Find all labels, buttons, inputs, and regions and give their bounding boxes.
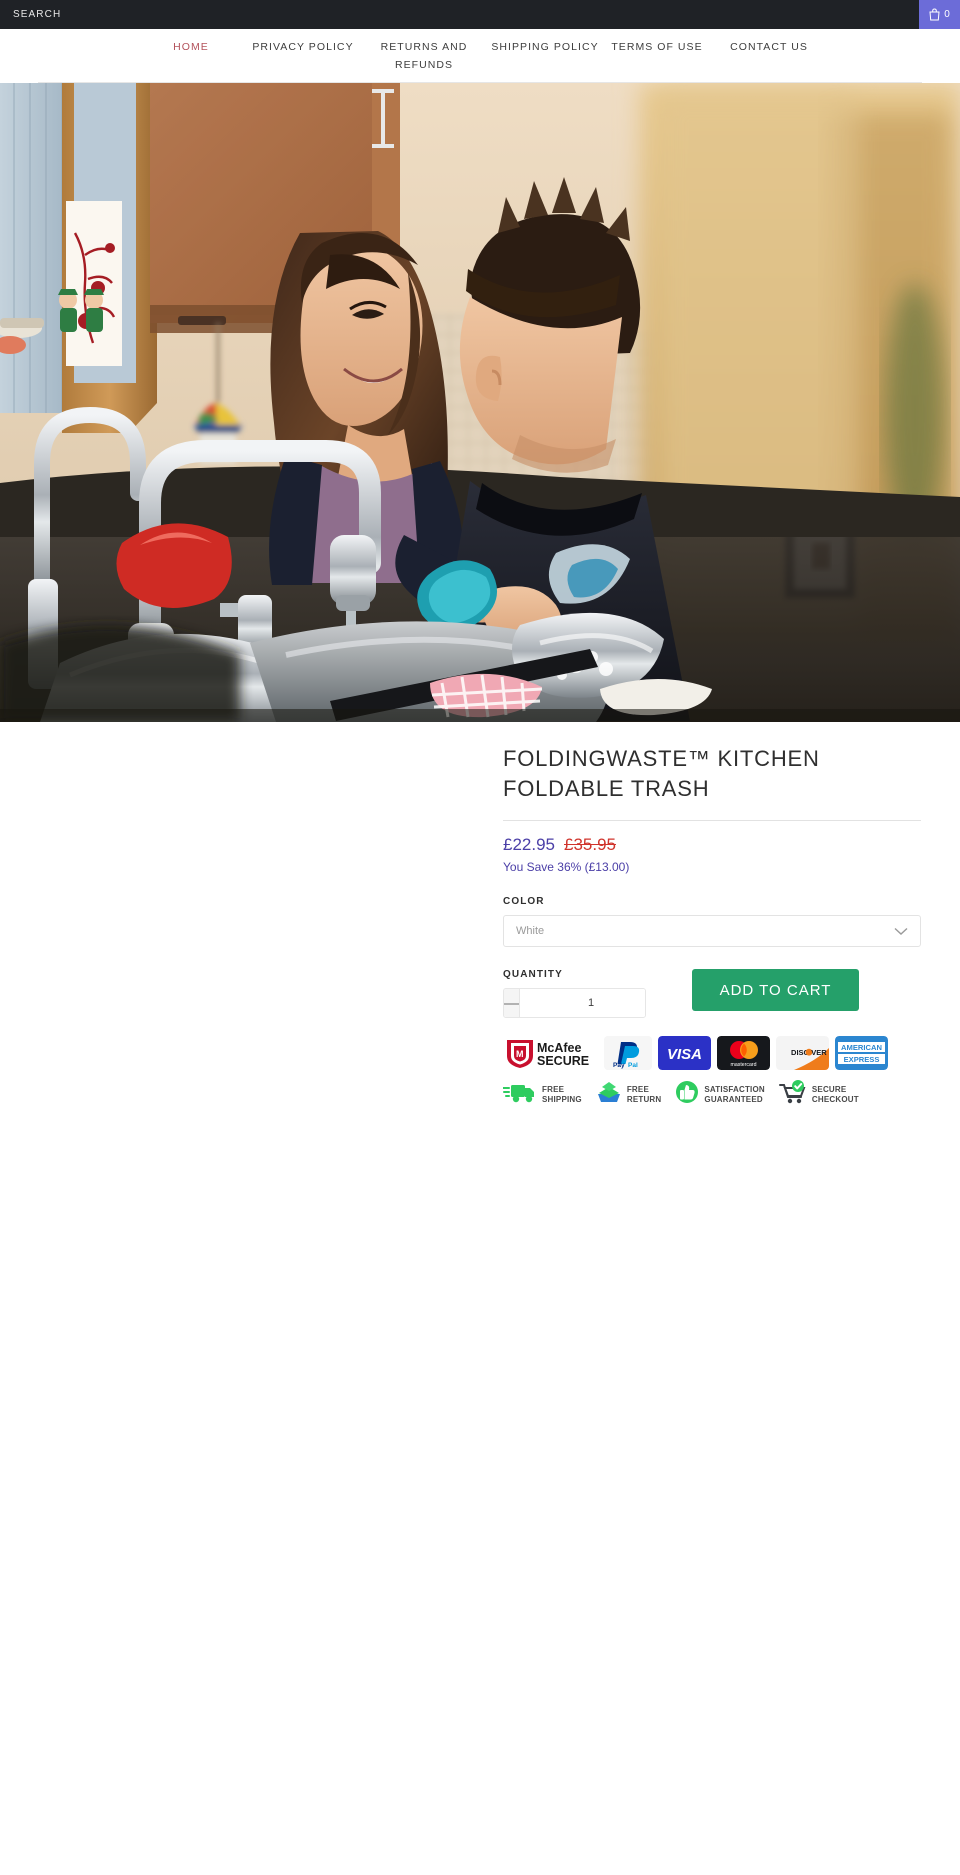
quantity-block: QUANTITY — + xyxy=(503,947,670,1018)
svg-text:M: M xyxy=(516,1049,524,1059)
compare-at-price: £35.95 xyxy=(564,835,616,854)
svg-text:mastercard: mastercard xyxy=(731,1062,757,1068)
svg-text:AMERICAN: AMERICAN xyxy=(841,1043,882,1052)
svg-text:Pal: Pal xyxy=(628,1062,638,1069)
return-box-icon xyxy=(596,1080,622,1109)
svg-text:McAfee: McAfee xyxy=(537,1041,582,1055)
svg-text:VISA: VISA xyxy=(667,1046,702,1063)
svg-text:VER: VER xyxy=(811,1048,827,1057)
delivery-truck-icon xyxy=(502,1080,537,1109)
shopping-bag-icon xyxy=(929,8,940,21)
discover-badge: DISC VER xyxy=(776,1036,829,1070)
chevron-down-icon xyxy=(894,927,908,936)
nav-item-privacy-policy[interactable]: PRIVACY POLICY xyxy=(247,38,359,56)
trust-badge-secure-checkout: SECURE CHECKOUT xyxy=(778,1080,859,1109)
nav-item-contact-us[interactable]: CONTACT US xyxy=(713,38,825,56)
trust-badge-free-shipping: FREE SHIPPING xyxy=(502,1080,582,1109)
page-title: FOLDINGWASTE™ KITCHEN FOLDABLE TRASH xyxy=(503,746,820,801)
payment-badges-row: M McAfee SECURE Pay Pal VISA mastercard … xyxy=(503,1036,921,1070)
color-label: COLOR xyxy=(503,896,545,907)
thumbs-up-icon xyxy=(675,1080,699,1109)
trust-badge-label: SECURE CHECKOUT xyxy=(811,1084,859,1104)
trust-badge-label: SATISFACTION GUARANTEED xyxy=(704,1084,765,1104)
svg-text:SECURE: SECURE xyxy=(537,1054,589,1068)
svg-text:Pay: Pay xyxy=(613,1062,625,1069)
product-details-section: FOLDINGWASTE™ KITCHEN FOLDABLE TRASH £22… xyxy=(0,722,960,1104)
product-info-column: FOLDINGWASTE™ KITCHEN FOLDABLE TRASH £22… xyxy=(502,744,921,1109)
color-select[interactable]: White xyxy=(503,915,921,947)
current-price: £22.95 xyxy=(503,835,555,854)
cart-count: 0 xyxy=(944,9,950,20)
main-navigation: HOME PRIVACY POLICY RETURNS AND REFUNDS … xyxy=(0,29,960,83)
color-selected-value: White xyxy=(516,925,545,937)
svg-text:EXPRESS: EXPRESS xyxy=(844,1055,880,1064)
trust-badge-label: FREE RETURN xyxy=(626,1084,662,1104)
quantity-decrease-button[interactable]: — xyxy=(504,989,520,1017)
trust-badges-row: FREE SHIPPING FREE RETURN SATISFACTION G… xyxy=(502,1080,921,1109)
cart-button[interactable]: 0 xyxy=(919,0,960,29)
paypal-badge: Pay Pal xyxy=(604,1036,652,1070)
nav-item-home[interactable]: HOME xyxy=(135,38,247,56)
trust-badge-satisfaction-guaranteed: SATISFACTION GUARANTEED xyxy=(675,1080,765,1109)
title-divider xyxy=(503,820,921,821)
add-to-cart-button[interactable]: ADD TO CART xyxy=(692,969,859,1011)
amex-badge: AMERICAN EXPRESS xyxy=(835,1036,888,1070)
nav-item-shipping-policy[interactable]: SHIPPING POLICY xyxy=(489,38,601,56)
trust-badge-free-return: FREE RETURN xyxy=(596,1080,662,1109)
quantity-stepper[interactable]: — + xyxy=(503,988,646,1018)
quantity-and-cart-row: QUANTITY — + ADD TO CART xyxy=(503,947,921,1018)
top-bar: SEARCH 0 xyxy=(0,0,960,29)
nav-item-returns-and-refunds[interactable]: RETURNS AND REFUNDS xyxy=(359,38,489,74)
mastercard-badge: mastercard xyxy=(717,1036,770,1070)
savings-text: You Save 36% (£13.00) xyxy=(503,860,630,874)
quantity-label: QUANTITY xyxy=(503,969,563,980)
secure-cart-icon xyxy=(778,1080,807,1109)
hero-illustration xyxy=(0,83,960,722)
visa-badge: VISA xyxy=(658,1036,711,1070)
search-link[interactable]: SEARCH xyxy=(13,9,61,20)
mcafee-secure-badge: M McAfee SECURE xyxy=(503,1036,598,1070)
quantity-input[interactable] xyxy=(520,989,645,1017)
trust-badge-label: FREE SHIPPING xyxy=(542,1084,582,1104)
price-row: £22.95 £35.95 xyxy=(503,835,921,855)
nav-item-terms-of-use[interactable]: TERMS OF USE xyxy=(601,38,713,56)
nav-list: HOME PRIVACY POLICY RETURNS AND REFUNDS … xyxy=(0,29,960,74)
hero-product-image xyxy=(0,83,960,722)
